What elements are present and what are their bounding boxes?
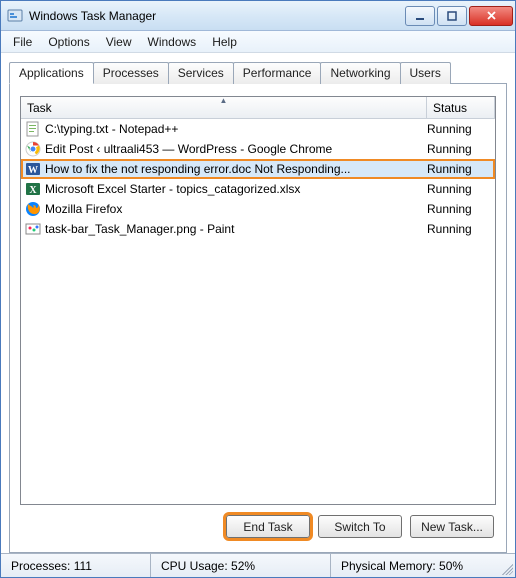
sort-asc-icon: ▲: [220, 96, 228, 105]
task-status: Running: [427, 122, 491, 136]
menu-windows[interactable]: Windows: [140, 33, 205, 51]
column-header-status[interactable]: Status: [427, 97, 495, 118]
tab-applications[interactable]: Applications: [9, 62, 94, 84]
notepadpp-icon: [25, 121, 41, 137]
status-processes: Processes: 111: [1, 554, 151, 577]
column-task-label: Task: [27, 101, 52, 115]
firefox-icon: [25, 201, 41, 217]
task-status: Running: [427, 222, 491, 236]
task-status: Running: [427, 162, 491, 176]
status-cpu: CPU Usage: 52%: [151, 554, 331, 577]
task-name: Edit Post ‹ ultraali453 — WordPress - Go…: [45, 142, 427, 156]
switch-to-button[interactable]: Switch To: [318, 515, 402, 538]
paint-icon: [25, 221, 41, 237]
task-rows: C:\typing.txt - Notepad++RunningEdit Pos…: [21, 119, 495, 504]
tab-processes[interactable]: Processes: [93, 62, 169, 84]
client-area: Applications Processes Services Performa…: [1, 53, 515, 553]
task-row[interactable]: task-bar_Task_Manager.png - PaintRunning: [21, 219, 495, 239]
chrome-icon: [25, 141, 41, 157]
svg-text:W: W: [28, 165, 38, 176]
menu-file[interactable]: File: [5, 33, 40, 51]
task-row[interactable]: X Microsoft Excel Starter - topics_catago…: [21, 179, 495, 199]
tab-users[interactable]: Users: [400, 62, 451, 84]
task-list: Task ▲ Status C:\typing.txt - Notepad++R…: [20, 96, 496, 505]
tab-performance[interactable]: Performance: [233, 62, 322, 84]
new-task-button[interactable]: New Task...: [410, 515, 494, 538]
word-icon: W: [25, 161, 41, 177]
task-name: Microsoft Excel Starter - topics_catagor…: [45, 182, 427, 196]
task-status: Running: [427, 182, 491, 196]
task-name: C:\typing.txt - Notepad++: [45, 122, 427, 136]
excel-icon: X: [25, 181, 41, 197]
close-button[interactable]: [469, 6, 513, 26]
tab-services[interactable]: Services: [168, 62, 234, 84]
task-name: How to fix the not responding error.doc …: [45, 162, 427, 176]
task-row[interactable]: W How to fix the not responding error.doc…: [21, 159, 495, 179]
list-header: Task ▲ Status: [21, 97, 495, 119]
titlebar[interactable]: Windows Task Manager: [1, 1, 515, 31]
svg-text:X: X: [29, 185, 37, 196]
task-status: Running: [427, 142, 491, 156]
menu-help[interactable]: Help: [204, 33, 245, 51]
tab-strip: Applications Processes Services Performa…: [9, 62, 507, 84]
menu-view[interactable]: View: [98, 33, 140, 51]
maximize-button[interactable]: [437, 6, 467, 26]
task-name: Mozilla Firefox: [45, 202, 427, 216]
menu-options[interactable]: Options: [40, 33, 97, 51]
task-status: Running: [427, 202, 491, 216]
menubar: File Options View Windows Help: [1, 31, 515, 53]
task-row[interactable]: Edit Post ‹ ultraali453 — WordPress - Go…: [21, 139, 495, 159]
app-icon: [7, 8, 23, 24]
task-row[interactable]: Mozilla FirefoxRunning: [21, 199, 495, 219]
status-memory: Physical Memory: 50%: [331, 554, 499, 577]
minimize-button[interactable]: [405, 6, 435, 26]
task-name: task-bar_Task_Manager.png - Paint: [45, 222, 427, 236]
column-header-task[interactable]: Task ▲: [21, 97, 427, 118]
column-status-label: Status: [433, 101, 467, 115]
task-manager-window: Windows Task Manager File Options View W…: [0, 0, 516, 578]
statusbar: Processes: 111 CPU Usage: 52% Physical M…: [1, 553, 515, 577]
tab-networking[interactable]: Networking: [320, 62, 400, 84]
end-task-button[interactable]: End Task: [226, 515, 310, 538]
button-row: End Task Switch To New Task...: [20, 505, 496, 542]
tab-panel: Task ▲ Status C:\typing.txt - Notepad++R…: [9, 83, 507, 553]
task-row[interactable]: C:\typing.txt - Notepad++Running: [21, 119, 495, 139]
window-title: Windows Task Manager: [29, 9, 405, 23]
resize-grip-icon[interactable]: [499, 561, 513, 575]
